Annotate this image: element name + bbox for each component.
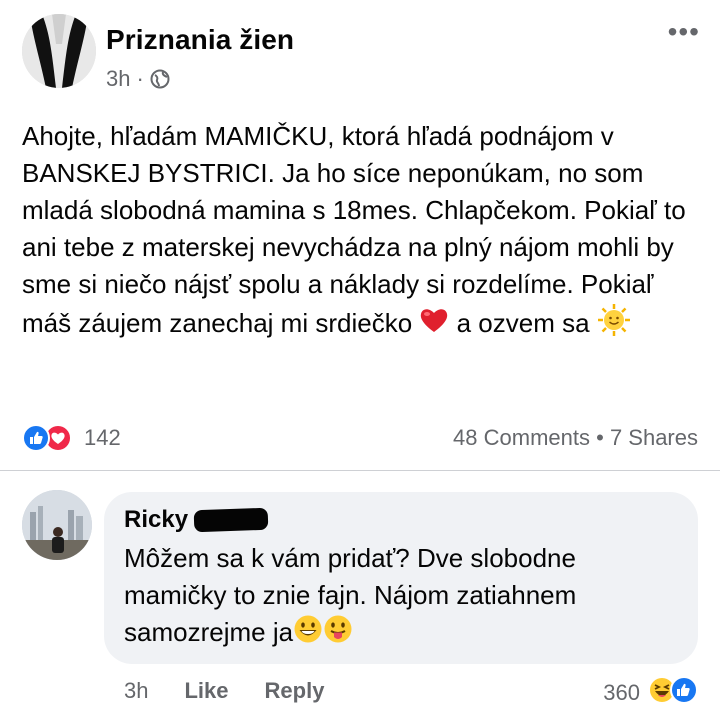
reactions-row: 142 48 Comments • 7 Shares [22, 424, 698, 452]
commenter-name[interactable]: Ricky [124, 506, 188, 534]
like-reaction-icon [670, 676, 698, 710]
divider [0, 470, 720, 471]
redaction-mark [193, 507, 269, 533]
post-header: Priznania žien 3h · ••• [22, 14, 700, 94]
tongue-emoji-icon [323, 614, 353, 654]
reaction-count[interactable]: 142 [84, 425, 121, 451]
post-meta: 3h · [106, 66, 170, 92]
grin-emoji-icon [293, 614, 323, 654]
reply-button[interactable]: Reply [265, 678, 325, 704]
commenter-name-row: Ricky [124, 506, 678, 534]
post-stats: 48 Comments • 7 Shares [453, 425, 698, 451]
comments-count[interactable]: 48 Comments [453, 425, 590, 450]
comment-text: Môžem sa k vám pridať? Dve slobodne mami… [124, 540, 678, 654]
commenter-photo [22, 490, 92, 560]
avatar-image [22, 14, 96, 88]
comment-avatar[interactable] [22, 490, 92, 560]
comment-reaction-count: 360 [603, 680, 640, 705]
comment-reaction-icons [648, 676, 698, 710]
like-reaction-icon [22, 424, 50, 452]
heart-emoji-icon [419, 306, 449, 344]
sun-emoji-icon [597, 303, 631, 347]
comment-time[interactable]: 3h [124, 678, 148, 704]
shares-count[interactable]: 7 Shares [610, 425, 698, 450]
globe-icon[interactable] [150, 69, 170, 89]
meta-separator: · [136, 66, 144, 91]
like-button[interactable]: Like [184, 678, 228, 704]
reaction-icons[interactable] [22, 424, 72, 452]
page-name[interactable]: Priznania žien [106, 24, 294, 56]
post-body: Ahojte, hľadám MAMIČKU, ktorá hľadá podn… [22, 121, 686, 338]
page-avatar[interactable] [22, 14, 96, 88]
comment-actions: 3h Like Reply [124, 678, 324, 704]
post-text: Ahojte, hľadám MAMIČKU, ktorá hľadá podn… [22, 118, 692, 347]
stats-separator: • [590, 425, 610, 450]
comment-reactions[interactable]: 360 [603, 676, 698, 710]
post-body-end: a ozvem sa [449, 307, 597, 338]
more-icon[interactable]: ••• [668, 18, 700, 46]
post-time[interactable]: 3h [106, 66, 130, 92]
comment-bubble: Ricky Môžem sa k vám pridať? Dve slobodn… [104, 492, 698, 664]
